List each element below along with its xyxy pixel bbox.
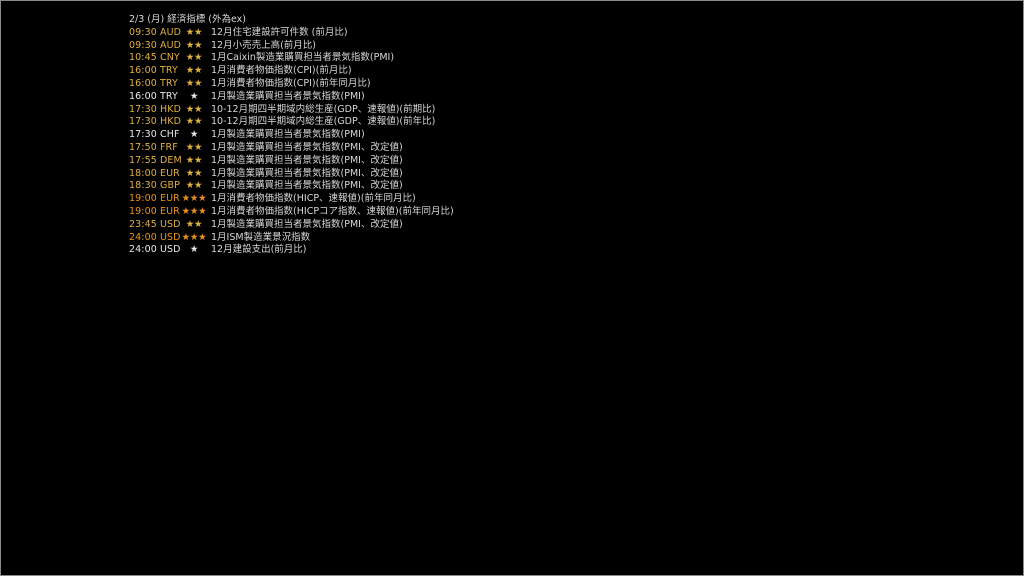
event-name: 12月建設支出(前月比) [211,244,307,256]
screen-frame: 2/3 (月) 経済指標 (外為ex) 09:30 AUD ★★ 12月住宅建設許可… [0,0,1024,576]
event-time-currency: 19:00 EUR [129,193,180,205]
event-time-currency: 24:00 USD [129,231,181,243]
event-name: 1月消費者物価指数(HICP、速報値)(前年同月比) [211,193,416,205]
event-list: 09:30 AUD ★★ 12月住宅建設許可件数 (前月比) 09:30 AUD ★★ 1… [129,27,454,257]
event-row: 16:00 TRY ★ 1月製造業購買担当者景気指数(PMI) [129,91,454,104]
event-row: 17:30 HKD ★★ 10-12月期四半期域内総生産(GDP、速報値)(前年比) [129,116,454,129]
event-name: 10-12月期四半期域内総生産(GDP、速報値)(前期比) [211,103,436,115]
importance-star-icon: ★ [189,244,199,256]
event-row: 24:00 USD ★ 12月建設支出(前月比) [129,244,454,257]
event-row: 18:00 EUR ★★ 1月製造業購買担当者景気指数(PMI、改定値) [129,168,454,181]
importance-star-icon: ★★★ [181,231,207,243]
importance-star-icon: ★★ [185,103,203,115]
event-name: 1月ISM製造業景況指数 [211,231,311,243]
event-row: 16:00 TRY ★★ 1月消費者物価指数(CPI)(前年同月比) [129,78,454,91]
importance-star-icon: ★★ [185,218,203,230]
event-time-currency: 17:30 CHF [129,129,180,141]
event-name: 1月消費者物価指数(CPI)(前年同月比) [211,77,371,89]
event-time-currency: 09:30 AUD [129,26,182,38]
importance-star-icon: ★★★ [181,193,207,205]
event-row: 09:30 AUD ★★ 12月住宅建設許可件数 (前月比) [129,27,454,40]
event-name: 1月Caixin製造業購買担当者景気指数(PMI) [211,52,395,64]
event-time-currency: 10:45 CNY [129,52,180,64]
event-row: 17:30 CHF ★ 1月製造業購買担当者景気指数(PMI) [129,129,454,142]
event-name: 1月製造業購買担当者景気指数(PMI、改定値) [211,167,403,179]
event-name: 12月住宅建設許可件数 (前月比) [211,26,348,38]
event-row: 10:45 CNY ★★ 1月Caixin製造業購買担当者景気指数(PMI) [129,52,454,65]
event-name: 1月製造業購買担当者景気指数(PMI、改定値) [211,154,403,166]
event-time-currency: 17:55 DEM [129,154,182,166]
importance-star-icon: ★★ [185,65,203,77]
importance-star-icon: ★★★ [181,205,207,217]
event-time-currency: 16:00 TRY [129,65,178,77]
event-time-currency: 24:00 USD [129,244,181,256]
event-time-currency: 17:50 FRF [129,141,178,153]
importance-star-icon: ★★ [185,116,203,128]
importance-star-icon: ★★ [185,39,203,51]
event-row: 17:50 FRF ★★ 1月製造業購買担当者景気指数(PMI、改定値) [129,142,454,155]
importance-star-icon: ★★ [185,167,203,179]
importance-star-icon: ★★ [185,141,203,153]
event-name: 1月製造業購買担当者景気指数(PMI、改定値) [211,180,403,192]
importance-star-icon: ★ [189,129,199,141]
event-row: 19:00 EUR ★★★ 1月消費者物価指数(HICPコア指数、速報値)(前年同月… [129,206,454,219]
event-name: 1月製造業購買担当者景気指数(PMI) [211,90,365,102]
event-time-currency: 19:00 EUR [129,205,180,217]
event-time-currency: 16:00 TRY [129,90,178,102]
event-time-currency: 16:00 TRY [129,77,178,89]
event-name: 1月消費者物価指数(HICPコア指数、速報値)(前年同月比) [211,205,454,217]
event-row: 19:00 EUR ★★★ 1月消費者物価指数(HICP、速報値)(前年同月比) [129,193,454,206]
importance-star-icon: ★★ [185,52,203,64]
event-name: 1月消費者物価指数(CPI)(前月比) [211,65,352,77]
event-time-currency: 18:30 GBP [129,180,180,192]
event-name: 1月製造業購買担当者景気指数(PMI、改定値) [211,141,403,153]
event-row: 09:30 AUD ★★ 12月小売売上高(前月比) [129,40,454,53]
event-name: 10-12月期四半期域内総生産(GDP、速報値)(前年比) [211,116,436,128]
importance-star-icon: ★★ [185,26,203,38]
event-row: 23:45 USD ★★ 1月製造業購買担当者景気指数(PMI、改定値) [129,219,454,232]
importance-star-icon: ★ [189,90,199,102]
event-time-currency: 23:45 USD [129,218,181,230]
event-time-currency: 18:00 EUR [129,167,180,179]
importance-star-icon: ★★ [185,154,203,166]
event-time-currency: 17:30 HKD [129,116,181,128]
importance-star-icon: ★★ [185,77,203,89]
event-row: 17:30 HKD ★★ 10-12月期四半期域内総生産(GDP、速報値)(前期比) [129,104,454,117]
economic-calendar-panel: 2/3 (月) 経済指標 (外為ex) 09:30 AUD ★★ 12月住宅建設許可… [129,14,454,257]
event-time-currency: 17:30 HKD [129,103,181,115]
event-row: 17:55 DEM ★★ 1月製造業購買担当者景気指数(PMI、改定値) [129,155,454,168]
event-time-currency: 09:30 AUD [129,39,182,51]
event-row: 24:00 USD ★★★ 1月ISM製造業景況指数 [129,232,454,245]
event-name: 12月小売売上高(前月比) [211,39,317,51]
event-row: 18:30 GBP ★★ 1月製造業購買担当者景気指数(PMI、改定値) [129,180,454,193]
event-name: 1月製造業購買担当者景気指数(PMI、改定値) [211,218,403,230]
event-name: 1月製造業購買担当者景気指数(PMI) [211,129,365,141]
calendar-title: 2/3 (月) 経済指標 (外為ex) [129,14,246,25]
event-row: 16:00 TRY ★★ 1月消費者物価指数(CPI)(前月比) [129,65,454,78]
importance-star-icon: ★★ [185,180,203,192]
